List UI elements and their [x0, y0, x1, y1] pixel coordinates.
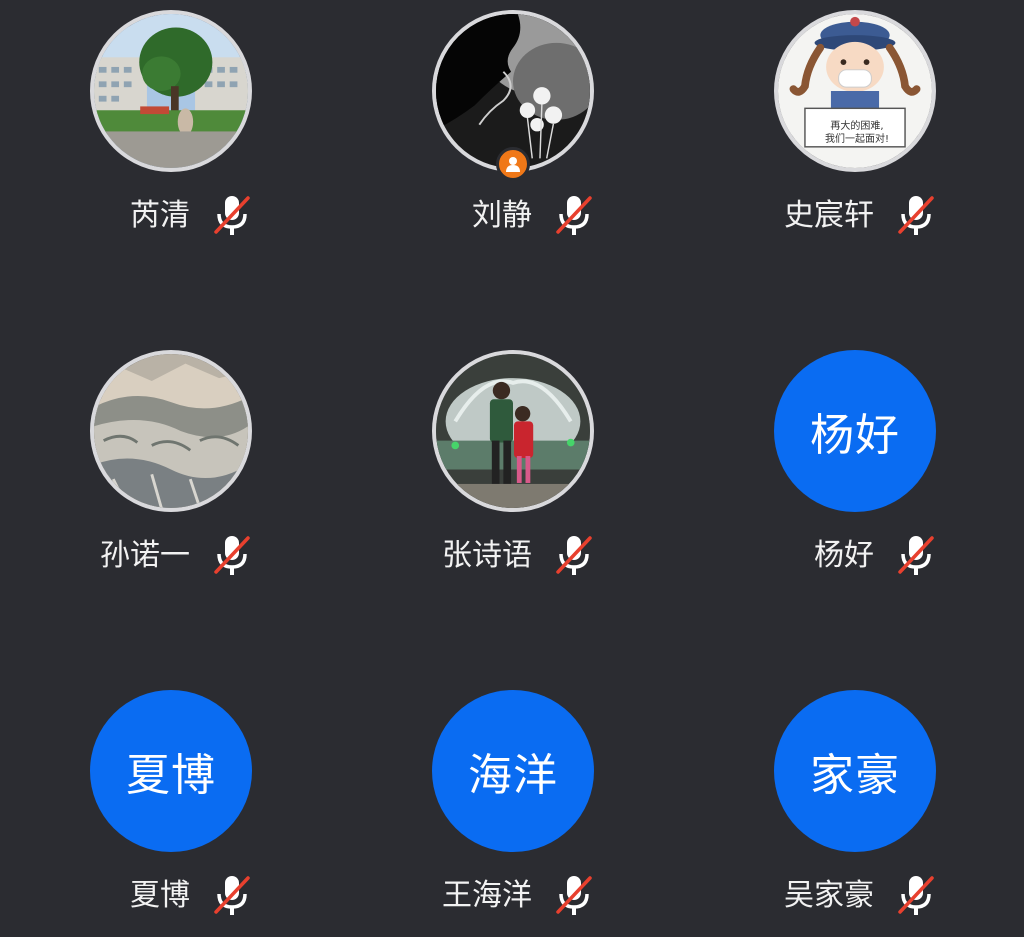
- school-building-photo: [94, 14, 248, 168]
- participant-label-row: 史宸轩: [684, 188, 1024, 244]
- mic-muted-icon[interactable]: [894, 532, 938, 580]
- participant-tile[interactable]: 家豪 吴家豪: [684, 680, 1024, 937]
- mic-muted-icon[interactable]: [552, 872, 596, 920]
- participant-label-row: 孙诺一: [0, 528, 340, 584]
- silhouette-dandelion-photo: [436, 14, 590, 168]
- host-badge: [496, 147, 530, 181]
- mic-muted-icon[interactable]: [894, 192, 938, 240]
- father-daughter-fountain-photo: [436, 354, 590, 508]
- avatar: [90, 350, 252, 512]
- participant-name: 吴家豪: [784, 878, 874, 913]
- participant-name: 杨好: [814, 538, 874, 573]
- participant-label-row: 芮清: [0, 188, 340, 244]
- host-person-icon: [506, 157, 520, 172]
- avatar-initials: 杨好: [774, 350, 936, 512]
- participant-tile[interactable]: 海洋 王海洋: [342, 680, 682, 937]
- snowy-mountains-photo: [94, 354, 248, 508]
- participant-tile[interactable]: 刘静: [342, 0, 682, 300]
- avatar-initials: 夏博: [90, 690, 252, 852]
- mic-muted-icon[interactable]: [894, 872, 938, 920]
- participant-name: 刘静: [472, 198, 532, 233]
- photo-caption-line: 我们一起面对!: [824, 134, 889, 145]
- participant-label-row: 夏博: [0, 868, 340, 924]
- photo-caption-line: 再大的困难,: [830, 121, 884, 132]
- photo-caption: 再大的困难, 我们一起面对!: [812, 120, 902, 146]
- participant-name: 芮清: [130, 198, 190, 233]
- participant-name: 史宸轩: [784, 198, 874, 233]
- participant-tile[interactable]: 孙诺一: [0, 340, 340, 640]
- mic-muted-icon[interactable]: [210, 532, 254, 580]
- avatar: [432, 350, 594, 512]
- avatar-initials: 家豪: [774, 690, 936, 852]
- participant-tile[interactable]: 杨好 杨好: [684, 340, 1024, 640]
- participant-label-row: 张诗语: [342, 528, 682, 584]
- avatar: 再大的困难, 我们一起面对!: [774, 10, 936, 172]
- participant-label-row: 吴家豪: [684, 868, 1024, 924]
- mic-muted-icon[interactable]: [552, 192, 596, 240]
- participant-tile[interactable]: 芮清: [0, 0, 340, 300]
- avatar-initials: 海洋: [432, 690, 594, 852]
- mic-muted-icon[interactable]: [210, 872, 254, 920]
- participant-tile[interactable]: 再大的困难, 我们一起面对! 史宸轩: [684, 0, 1024, 300]
- participant-tile[interactable]: 夏博 夏博: [0, 680, 340, 937]
- participant-label-row: 王海洋: [342, 868, 682, 924]
- participant-label-row: 刘静: [342, 188, 682, 244]
- participant-name: 孙诺一: [100, 538, 190, 573]
- participant-grid: 芮清 刘静 再大的困难, 我们一起面对! 史宸轩 孙诺一 张诗语 杨好 杨好 夏…: [0, 0, 1024, 937]
- mic-muted-icon[interactable]: [210, 192, 254, 240]
- participant-tile[interactable]: 张诗语: [342, 340, 682, 640]
- participant-label-row: 杨好: [684, 528, 1024, 584]
- participant-name: 夏博: [130, 878, 190, 913]
- mic-muted-icon[interactable]: [552, 532, 596, 580]
- participant-name: 张诗语: [442, 538, 532, 573]
- participant-name: 王海洋: [442, 878, 532, 913]
- avatar: [90, 10, 252, 172]
